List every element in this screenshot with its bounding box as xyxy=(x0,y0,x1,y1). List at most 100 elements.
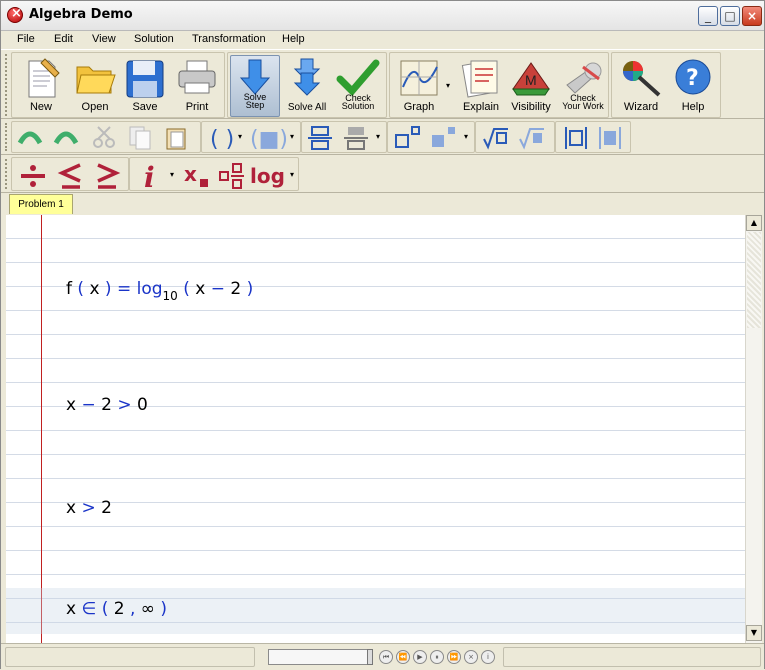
divide-icon[interactable] xyxy=(18,161,48,191)
playback-slider-thumb[interactable] xyxy=(367,649,373,665)
token-x: x xyxy=(89,279,100,299)
greater-or-equal-icon[interactable] xyxy=(92,161,122,191)
absolute-value-filled-icon[interactable] xyxy=(596,125,624,151)
exponent-group: ▾ xyxy=(387,121,475,153)
solve-all-button[interactable]: Solve All xyxy=(282,55,332,117)
rewind-icon[interactable]: ⏪ xyxy=(396,650,410,664)
solve-all-label: Solve All xyxy=(287,102,327,113)
solve-group: Solve Step Solve All Check Solution xyxy=(227,52,387,118)
copy-icon[interactable] xyxy=(126,125,154,151)
visibility-label: Visibility xyxy=(511,101,551,113)
tab-problem-1[interactable]: Problem 1 xyxy=(9,194,73,214)
status-panel-right xyxy=(503,647,761,667)
menu-transformation[interactable]: Transformation xyxy=(192,33,266,45)
imaginary-unit-icon[interactable]: i xyxy=(140,161,164,191)
imaginary-dropdown-icon[interactable]: ▾ xyxy=(170,170,174,179)
fraction-dropdown-icon[interactable]: ▾ xyxy=(376,132,380,141)
token-log: log xyxy=(136,279,163,299)
margin-line xyxy=(41,215,42,643)
fraction-icon[interactable] xyxy=(306,125,334,151)
redo-icon[interactable] xyxy=(52,125,80,151)
log-icon[interactable]: log xyxy=(250,161,288,191)
paste-icon[interactable] xyxy=(162,125,190,151)
open-label: Open xyxy=(81,101,109,113)
save-label: Save xyxy=(132,101,158,113)
token-paren: ) xyxy=(246,279,254,299)
svg-text:log: log xyxy=(250,164,285,188)
expression-domain-condition[interactable]: x − 2 > 0 xyxy=(66,395,148,415)
parentheses-box-icon[interactable]: (■) xyxy=(250,125,290,151)
help-group: Wizard ? Help xyxy=(611,52,721,118)
fraction-group: ▾ xyxy=(301,121,387,153)
cut-icon[interactable] xyxy=(90,125,118,151)
graph-button[interactable]: Graph xyxy=(392,55,446,117)
menu-bar: File Edit View Solution Transformation H… xyxy=(1,31,764,49)
info-icon[interactable]: i xyxy=(481,650,495,664)
title-bar: Algebra Demo _ □ × xyxy=(1,1,764,31)
menu-solution[interactable]: Solution xyxy=(134,33,174,45)
fast-forward-icon[interactable]: ⏩ xyxy=(447,650,461,664)
token-f: f xyxy=(66,279,72,299)
square-root-icon[interactable] xyxy=(482,125,510,151)
edit-toolbar: ( ) ▾ (■) ▾ ▾ ▾ xyxy=(1,119,764,155)
graph-dropdown-icon[interactable]: ▾ xyxy=(446,81,450,90)
token-element-of: ∈ xyxy=(81,599,97,619)
graph-label: Graph xyxy=(403,101,435,113)
worksheet[interactable]: f ( x ) = log10 ( x − 2 ) x − 2 > 0 x > … xyxy=(6,215,745,643)
check-solution-button[interactable]: Check Solution xyxy=(332,55,384,117)
scroll-up-button[interactable]: ▲ xyxy=(746,215,762,231)
token-x: x xyxy=(66,498,77,518)
undo-icon[interactable] xyxy=(16,125,44,151)
analysis-group: Graph ▾ Explain M Visibility Check Your … xyxy=(389,52,609,118)
pause-icon[interactable]: ⏸ xyxy=(430,650,444,664)
menu-edit[interactable]: Edit xyxy=(54,33,73,45)
operator-group xyxy=(11,157,129,191)
nth-root-icon[interactable] xyxy=(518,125,546,151)
mixed-fraction-icon[interactable] xyxy=(218,161,246,191)
visibility-button[interactable]: M Visibility xyxy=(504,55,558,117)
save-button[interactable]: Save xyxy=(118,55,172,117)
superscript-icon[interactable] xyxy=(394,125,422,151)
token-number: 2 xyxy=(113,599,125,619)
stop-icon[interactable]: × xyxy=(464,650,478,664)
print-button[interactable]: Print xyxy=(170,55,224,117)
app-icon xyxy=(7,6,23,23)
superscript-dropdown-icon[interactable]: ▾ xyxy=(464,132,468,141)
open-button[interactable]: Open xyxy=(68,55,122,117)
fraction-alt-icon[interactable] xyxy=(342,125,370,151)
subscript-icon[interactable]: x xyxy=(184,161,212,191)
menu-help[interactable]: Help xyxy=(282,33,305,45)
expression-function[interactable]: f ( x ) = log10 ( x − 2 ) xyxy=(66,279,254,303)
play-icon[interactable]: ▶ xyxy=(413,650,427,664)
expression-interval[interactable]: x ∈ ( 2 , ∞ ) xyxy=(66,599,167,619)
parentheses-dropdown-icon[interactable]: ▾ xyxy=(238,132,242,141)
scroll-track[interactable] xyxy=(747,232,761,328)
solve-step-button[interactable]: Solve Step xyxy=(230,55,280,117)
parentheses-icon[interactable]: ( ) xyxy=(208,125,236,151)
menu-file[interactable]: File xyxy=(17,33,35,45)
help-button[interactable]: ? Help xyxy=(666,55,720,117)
expression-inequality[interactable]: x > 2 xyxy=(66,498,112,518)
check-work-button[interactable]: Check Your Work xyxy=(556,55,610,117)
first-step-icon[interactable]: ⏮ xyxy=(379,650,393,664)
explain-button[interactable]: Explain xyxy=(454,55,508,117)
minimize-button[interactable]: _ xyxy=(698,6,718,26)
log-dropdown-icon[interactable]: ▾ xyxy=(290,170,294,179)
vertical-scrollbar[interactable]: ▲ ▼ xyxy=(745,215,762,643)
token-comma: , xyxy=(129,599,136,619)
maximize-button[interactable]: □ xyxy=(720,6,740,26)
menu-view[interactable]: View xyxy=(92,33,116,45)
explain-pages-icon xyxy=(461,60,498,98)
double-arrow-down-icon xyxy=(293,58,321,96)
scroll-down-button[interactable]: ▼ xyxy=(746,625,762,641)
absolute-value-icon[interactable] xyxy=(562,125,590,151)
parentheses-box-dropdown-icon[interactable]: ▾ xyxy=(290,132,294,141)
close-button[interactable]: × xyxy=(742,6,762,26)
wizard-button[interactable]: Wizard xyxy=(614,55,668,117)
less-or-equal-icon[interactable] xyxy=(56,161,86,191)
playback-slider[interactable] xyxy=(268,649,373,665)
superscript-filled-icon[interactable] xyxy=(430,125,458,151)
svg-text:M: M xyxy=(525,72,537,88)
new-button[interactable]: New xyxy=(14,55,68,117)
token-paren: ( xyxy=(101,599,109,619)
